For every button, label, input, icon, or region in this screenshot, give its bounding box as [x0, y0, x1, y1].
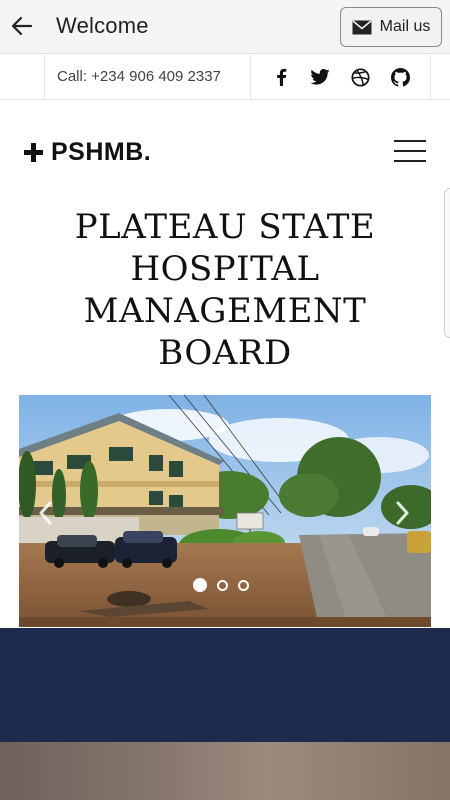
carousel-indicators — [193, 577, 249, 593]
headline-line: BOARD — [158, 333, 292, 373]
edge-panel-handle[interactable] — [444, 188, 450, 338]
envelope-icon — [352, 19, 372, 34]
carousel-dot[interactable] — [217, 579, 228, 591]
mail-us-button[interactable]: Mail us — [340, 7, 442, 47]
carousel-prev-button[interactable] — [35, 499, 55, 527]
hero-headline: PLATEAU STATE HOSPITAL MANAGEMENT BOARD — [0, 206, 450, 374]
call-number[interactable]: Call: +234 906 409 2337 — [57, 68, 221, 85]
divider — [430, 55, 431, 99]
menu-button[interactable] — [394, 140, 426, 164]
mail-us-label: Mail us — [379, 18, 431, 35]
facebook-icon — [277, 68, 287, 86]
divider — [250, 55, 251, 99]
section-background-image — [0, 742, 450, 800]
brand-row: PSHMB. — [0, 128, 450, 178]
back-button[interactable] — [6, 10, 38, 42]
github-icon — [390, 67, 410, 87]
headline-line: HOSPITAL — [130, 249, 320, 289]
headline-line: MANAGEMENT — [83, 291, 367, 331]
facebook-link[interactable] — [270, 66, 292, 88]
site-logo[interactable]: PSHMB. — [24, 138, 151, 167]
chevron-left-icon — [39, 501, 52, 525]
contact-bar: Call: +234 906 409 2337 — [0, 55, 450, 100]
dribbble-link[interactable] — [349, 66, 371, 88]
github-link[interactable] — [389, 66, 411, 88]
dribbble-icon — [350, 67, 370, 87]
page-title: Welcome — [56, 13, 149, 38]
logo-text: PSHMB. — [51, 138, 152, 166]
carousel-dot[interactable] — [238, 579, 249, 591]
app-bar: Welcome Mail us — [0, 0, 450, 54]
hamburger-icon — [394, 140, 426, 142]
divider — [44, 55, 45, 99]
carousel-dot[interactable] — [193, 578, 207, 592]
navy-section — [0, 628, 450, 742]
chevron-right-icon — [396, 501, 409, 525]
twitter-icon — [310, 69, 330, 85]
plus-icon — [24, 143, 43, 162]
twitter-link[interactable] — [309, 66, 331, 88]
image-carousel[interactable] — [19, 395, 431, 627]
arrow-left-icon — [11, 16, 33, 36]
carousel-next-button[interactable] — [393, 499, 413, 527]
headline-line: PLATEAU STATE — [74, 207, 376, 247]
